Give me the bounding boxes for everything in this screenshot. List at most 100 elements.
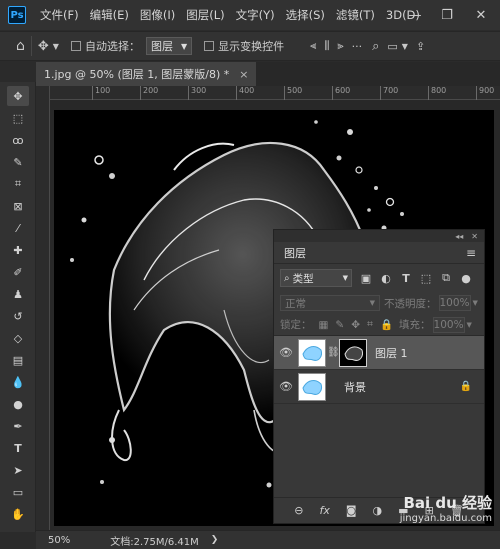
type-tool-icon[interactable]: T bbox=[7, 438, 29, 458]
smart-object-filter-icon[interactable]: ⧉ bbox=[440, 271, 452, 285]
chevron-down-icon[interactable]: ▼ bbox=[402, 42, 408, 51]
lasso-tool-icon[interactable]: ꝏ bbox=[7, 130, 29, 150]
rectangle-tool-icon[interactable]: ▭ bbox=[7, 482, 29, 502]
background-thumbnail-image bbox=[302, 379, 322, 395]
lock-artboard-icon[interactable]: ⌗ bbox=[367, 318, 373, 331]
fx-icon[interactable]: fx bbox=[319, 504, 329, 517]
panel-menu-icon[interactable]: ≡ bbox=[466, 246, 476, 260]
lock-image-icon[interactable]: ✎ bbox=[335, 319, 344, 331]
collapse-icon[interactable]: ◂◂ bbox=[455, 232, 463, 241]
lock-label: 锁定： bbox=[280, 319, 312, 331]
share-icon[interactable]: ⇪ bbox=[416, 40, 425, 53]
maximize-icon[interactable]: ❐ bbox=[432, 0, 462, 30]
move-tool-icon[interactable]: ✥ bbox=[38, 39, 49, 54]
layer-name[interactable]: 背景 bbox=[344, 379, 366, 395]
document-tab-title: 1.jpg @ 50% (图层 1, 图层蒙版/8) * bbox=[44, 68, 230, 81]
clone-stamp-icon[interactable]: ♟ bbox=[7, 284, 29, 304]
auto-select-label: 自动选择： bbox=[84, 40, 140, 53]
visibility-eye-icon[interactable]: 👁 bbox=[274, 380, 298, 393]
brush-tool-icon[interactable]: ✐ bbox=[7, 262, 29, 282]
hand-tool-icon[interactable]: ✋ bbox=[7, 504, 29, 524]
menu-edit[interactable]: 编辑(E) bbox=[90, 7, 129, 23]
align-right-icon[interactable]: ⫸ bbox=[337, 39, 343, 53]
close-window-icon[interactable]: ✕ bbox=[466, 0, 496, 30]
marquee-tool-icon[interactable]: ⬚ bbox=[7, 108, 29, 128]
healing-brush-icon[interactable]: ✚ bbox=[7, 240, 29, 260]
lock-position-icon[interactable]: ✥ bbox=[351, 319, 360, 331]
lock-transparent-icon[interactable]: ▦ bbox=[319, 319, 329, 331]
horizontal-ruler: 100 200 300 400 500 600 700 800 900 bbox=[50, 86, 500, 100]
gradient-tool-icon[interactable]: ▤ bbox=[7, 350, 29, 370]
pixel-filter-icon[interactable]: ▣ bbox=[360, 272, 372, 285]
quick-select-tool-icon[interactable]: ✎ bbox=[7, 152, 29, 172]
shape-filter-icon[interactable]: ⬚ bbox=[420, 272, 432, 285]
baidu-watermark: Bai du 经验 jingyan.baidu.com bbox=[400, 495, 492, 527]
type-filter-icon[interactable]: T bbox=[400, 272, 412, 285]
align-center-icon[interactable]: ⫼ bbox=[324, 39, 329, 53]
auto-select-checkbox[interactable] bbox=[70, 41, 81, 51]
mask-icon[interactable]: ◙ bbox=[346, 504, 357, 517]
menu-filter[interactable]: 滤镜(T) bbox=[336, 7, 375, 23]
move-tool-icon[interactable]: ✥ bbox=[7, 86, 29, 106]
blend-row: 正常 ▼ 不透明度： 100% ▼ bbox=[274, 292, 484, 314]
lock-icon[interactable]: 🔒 bbox=[460, 381, 472, 392]
visibility-eye-icon[interactable]: 👁 bbox=[274, 346, 298, 359]
opacity-input[interactable]: 100% bbox=[438, 295, 471, 311]
adjustment-filter-icon[interactable]: ◐ bbox=[380, 272, 392, 285]
menu-type[interactable]: 文字(Y) bbox=[236, 7, 275, 23]
home-icon[interactable]: ⌂ bbox=[16, 38, 25, 54]
eyedropper-tool-icon[interactable]: ⁄ bbox=[7, 218, 29, 238]
menu-image[interactable]: 图像(I) bbox=[140, 7, 175, 23]
lock-all-icon[interactable]: 🔒 bbox=[380, 318, 393, 331]
eraser-tool-icon[interactable]: ◇ bbox=[7, 328, 29, 348]
document-size[interactable]: 文档:2.75M/6.41M bbox=[110, 533, 199, 548]
menu-layer[interactable]: 图层(L) bbox=[186, 7, 224, 23]
chevron-down-icon[interactable]: ▼ bbox=[467, 321, 472, 329]
layer-mask-thumbnail[interactable] bbox=[339, 338, 367, 367]
pen-tool-icon[interactable]: ✒ bbox=[7, 416, 29, 436]
crop-tool-icon[interactable]: ⌗ bbox=[7, 174, 29, 194]
layers-panel-title[interactable]: 图层 bbox=[284, 245, 306, 261]
chevron-down-icon: ▼ bbox=[369, 299, 375, 307]
filter-toggle-icon[interactable]: ● bbox=[460, 272, 472, 285]
path-select-icon[interactable]: ➤ bbox=[7, 460, 29, 480]
dodge-tool-icon[interactable]: ● bbox=[7, 394, 29, 414]
frame-tool-icon[interactable]: ⊠ bbox=[7, 196, 29, 216]
layer-row-layer1[interactable]: 👁 ⛓ 图层 1 bbox=[274, 336, 484, 370]
chevron-right-icon[interactable]: ❯ bbox=[211, 535, 219, 545]
blend-mode-dropdown[interactable]: 正常 ▼ bbox=[280, 295, 380, 311]
adjustment-icon[interactable]: ◑ bbox=[373, 504, 383, 517]
zoom-level[interactable]: 50% bbox=[48, 535, 70, 546]
status-bar: 50% 文档:2.75M/6.41M ❯ bbox=[36, 530, 500, 549]
document-tab[interactable]: 1.jpg @ 50% (图层 1, 图层蒙版/8) * × bbox=[36, 62, 257, 86]
opacity-label: 不透明度： bbox=[384, 297, 437, 310]
align-left-icon[interactable]: ⫷ bbox=[310, 39, 316, 53]
panel-collapse-bar[interactable]: ◂◂ ✕ bbox=[274, 230, 484, 242]
chevron-down-icon: ▼ bbox=[342, 274, 348, 282]
layer-thumbnail-image bbox=[302, 345, 322, 361]
menu-select[interactable]: 选择(S) bbox=[286, 7, 325, 23]
auto-select-dropdown[interactable]: 图层 ▼ bbox=[145, 37, 193, 55]
document-tab-bar: 1.jpg @ 50% (图层 1, 图层蒙版/8) * × bbox=[36, 62, 500, 86]
layer-thumbnail[interactable] bbox=[298, 372, 326, 401]
blur-tool-icon[interactable]: 💧 bbox=[7, 372, 29, 392]
layer-name[interactable]: 图层 1 bbox=[375, 345, 408, 361]
close-icon[interactable]: × bbox=[239, 68, 248, 81]
menu-file[interactable]: 文件(F) bbox=[40, 7, 79, 23]
chevron-down-icon[interactable]: ▼ bbox=[53, 42, 59, 51]
more-options-icon[interactable]: ··· bbox=[352, 40, 363, 53]
layer-row-background[interactable]: 👁 背景 🔒 bbox=[274, 370, 484, 404]
filter-type-dropdown[interactable]: ⌕ 类型 ▼ bbox=[280, 269, 352, 287]
show-transform-checkbox[interactable] bbox=[204, 41, 215, 51]
workspace-icon[interactable]: ▭ bbox=[387, 40, 397, 53]
layer-filter-row: ⌕ 类型 ▼ ▣ ◐ T ⬚ ⧉ ● bbox=[274, 264, 484, 292]
link-icon[interactable]: ⊖ bbox=[294, 504, 303, 517]
fill-input[interactable]: 100% bbox=[432, 316, 465, 333]
link-chain-icon[interactable]: ⛓ bbox=[327, 347, 340, 358]
chevron-down-icon[interactable]: ▼ bbox=[473, 299, 478, 307]
close-panel-icon[interactable]: ✕ bbox=[471, 232, 478, 241]
search-icon[interactable]: ⌕ bbox=[372, 39, 379, 54]
history-brush-icon[interactable]: ↺ bbox=[7, 306, 29, 326]
layer-thumbnail[interactable] bbox=[298, 338, 326, 367]
minimize-icon[interactable]: — bbox=[400, 0, 430, 30]
